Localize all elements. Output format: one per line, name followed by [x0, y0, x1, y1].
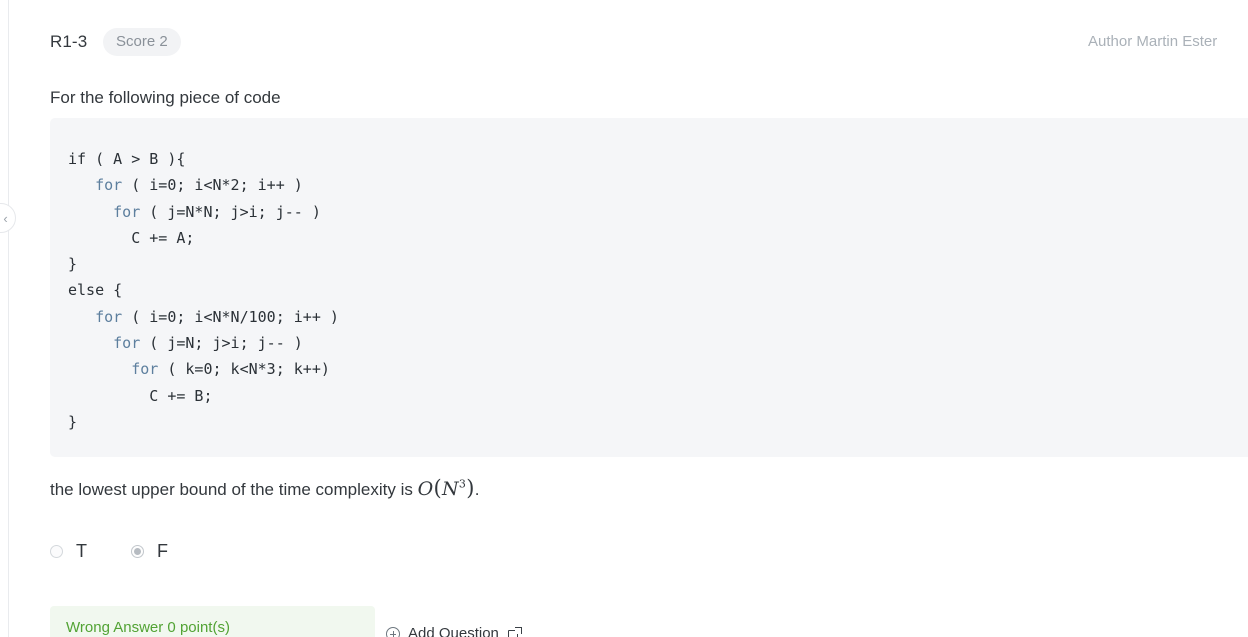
- author-label: Author Martin Ester: [1088, 33, 1218, 50]
- score-badge: Score 2: [103, 28, 181, 56]
- radio-true[interactable]: [50, 544, 63, 558]
- plus-circle-icon: [386, 627, 400, 637]
- question-page: ‹ R1-3 Score 2 Author Martin Ester For t…: [0, 0, 1248, 637]
- result-text: Wrong Answer 0 point(s): [66, 619, 230, 636]
- option-true-label: T: [76, 541, 87, 561]
- statement-suffix: .: [474, 480, 480, 499]
- chevron-left-icon: ‹: [3, 210, 8, 226]
- code-block: if ( A > B ){ for ( i=0; i<N*2; i++ ) fo…: [50, 118, 1248, 458]
- sidebar-divider: [8, 0, 9, 637]
- math-expression: O(N3): [417, 476, 475, 500]
- answer-options: T F: [50, 540, 212, 562]
- math-o: O: [417, 478, 434, 500]
- complexity-statement: the lowest upper bound of the time compl…: [50, 475, 479, 503]
- question-id: R1-3: [50, 32, 88, 51]
- math-open-paren: (: [433, 476, 442, 500]
- code-content: if ( A > B ){ for ( i=0; i<N*2; i++ ) fo…: [68, 150, 339, 431]
- option-false-label: F: [157, 541, 168, 561]
- question-header: R1-3 Score 2 Author Martin Ester: [0, 0, 1248, 72]
- result-banner: Wrong Answer 0 point(s): [50, 606, 375, 637]
- sidebar-collapse-button[interactable]: ‹: [0, 203, 16, 233]
- option-true[interactable]: T: [50, 540, 87, 562]
- external-link-icon: [507, 626, 522, 637]
- math-close-paren: ): [466, 476, 475, 500]
- option-false[interactable]: F: [131, 540, 168, 562]
- add-question-label: Add Question: [408, 625, 499, 637]
- question-prompt: For the following piece of code: [50, 88, 281, 107]
- statement-prefix: the lowest upper bound of the time compl…: [50, 480, 418, 499]
- radio-false[interactable]: [131, 544, 144, 558]
- add-question-button[interactable]: Add Question: [386, 621, 522, 637]
- math-variable: N: [441, 478, 459, 500]
